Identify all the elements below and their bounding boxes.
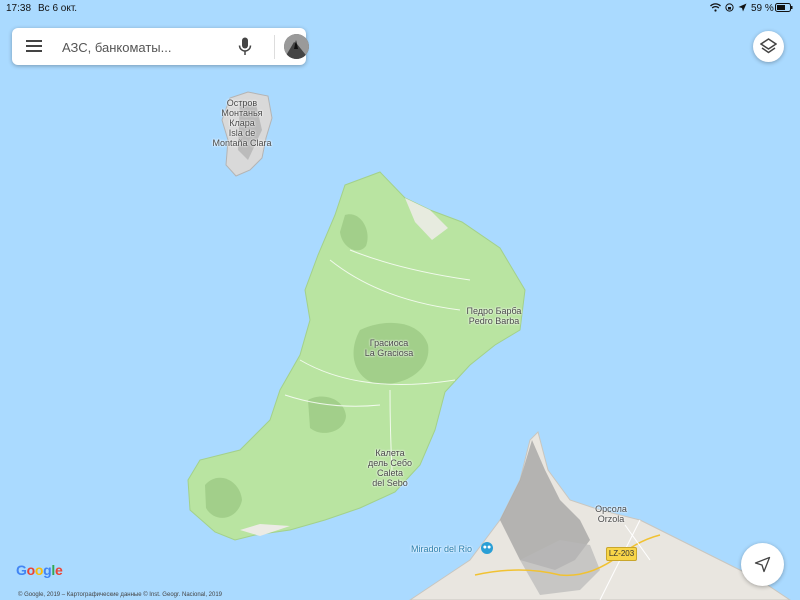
google-logo: Google	[16, 562, 63, 578]
orzola-label: Орсола Orzola	[595, 504, 627, 524]
status-time: 17:38	[6, 3, 32, 14]
google-logo-letter: e	[54, 562, 63, 578]
battery-percentage: 59 %	[751, 3, 774, 14]
status-date: Вс 6 окт.	[38, 3, 78, 14]
mic-icon[interactable]	[238, 37, 252, 56]
avatar[interactable]	[284, 34, 309, 59]
binoculars-icon[interactable]: ●●	[481, 542, 493, 554]
search-input[interactable]	[62, 37, 232, 57]
pedro-barba-label: Педро Барба Pedro Barba	[466, 306, 522, 326]
google-logo-letter: G	[16, 562, 27, 578]
my-location-button[interactable]	[741, 543, 784, 586]
mirador-del-rio-label[interactable]: Mirador del Rio	[411, 544, 472, 554]
search-divider	[274, 35, 275, 59]
wifi-icon	[710, 3, 721, 12]
caleta-del-sebo-label: Калета дель Себо Caleta del Sebo	[368, 448, 412, 488]
google-logo-letter: o	[26, 562, 36, 578]
layers-icon	[760, 38, 777, 54]
map-canvas[interactable]	[0, 0, 800, 600]
location-arrow-icon	[754, 556, 771, 573]
menu-icon[interactable]	[26, 40, 42, 52]
google-logo-letter: o	[34, 562, 44, 578]
battery-icon	[775, 3, 793, 12]
status-bar: 17:38 Вс 6 окт. 59 %	[0, 0, 800, 16]
location-services-icon	[738, 3, 747, 12]
la-graciosa-label: Грасиоса La Graciosa	[364, 338, 414, 358]
layers-button[interactable]	[753, 31, 784, 62]
search-bar[interactable]	[12, 28, 309, 65]
montana-clara-label: Остров Монтанья Клара Isla de Montaña Cl…	[212, 98, 272, 148]
road-badge-lz-203: LZ-203	[606, 547, 637, 561]
lock-rotation-icon	[725, 3, 734, 12]
map-copyright: © Google, 2019 – Картографические данные…	[18, 592, 223, 598]
